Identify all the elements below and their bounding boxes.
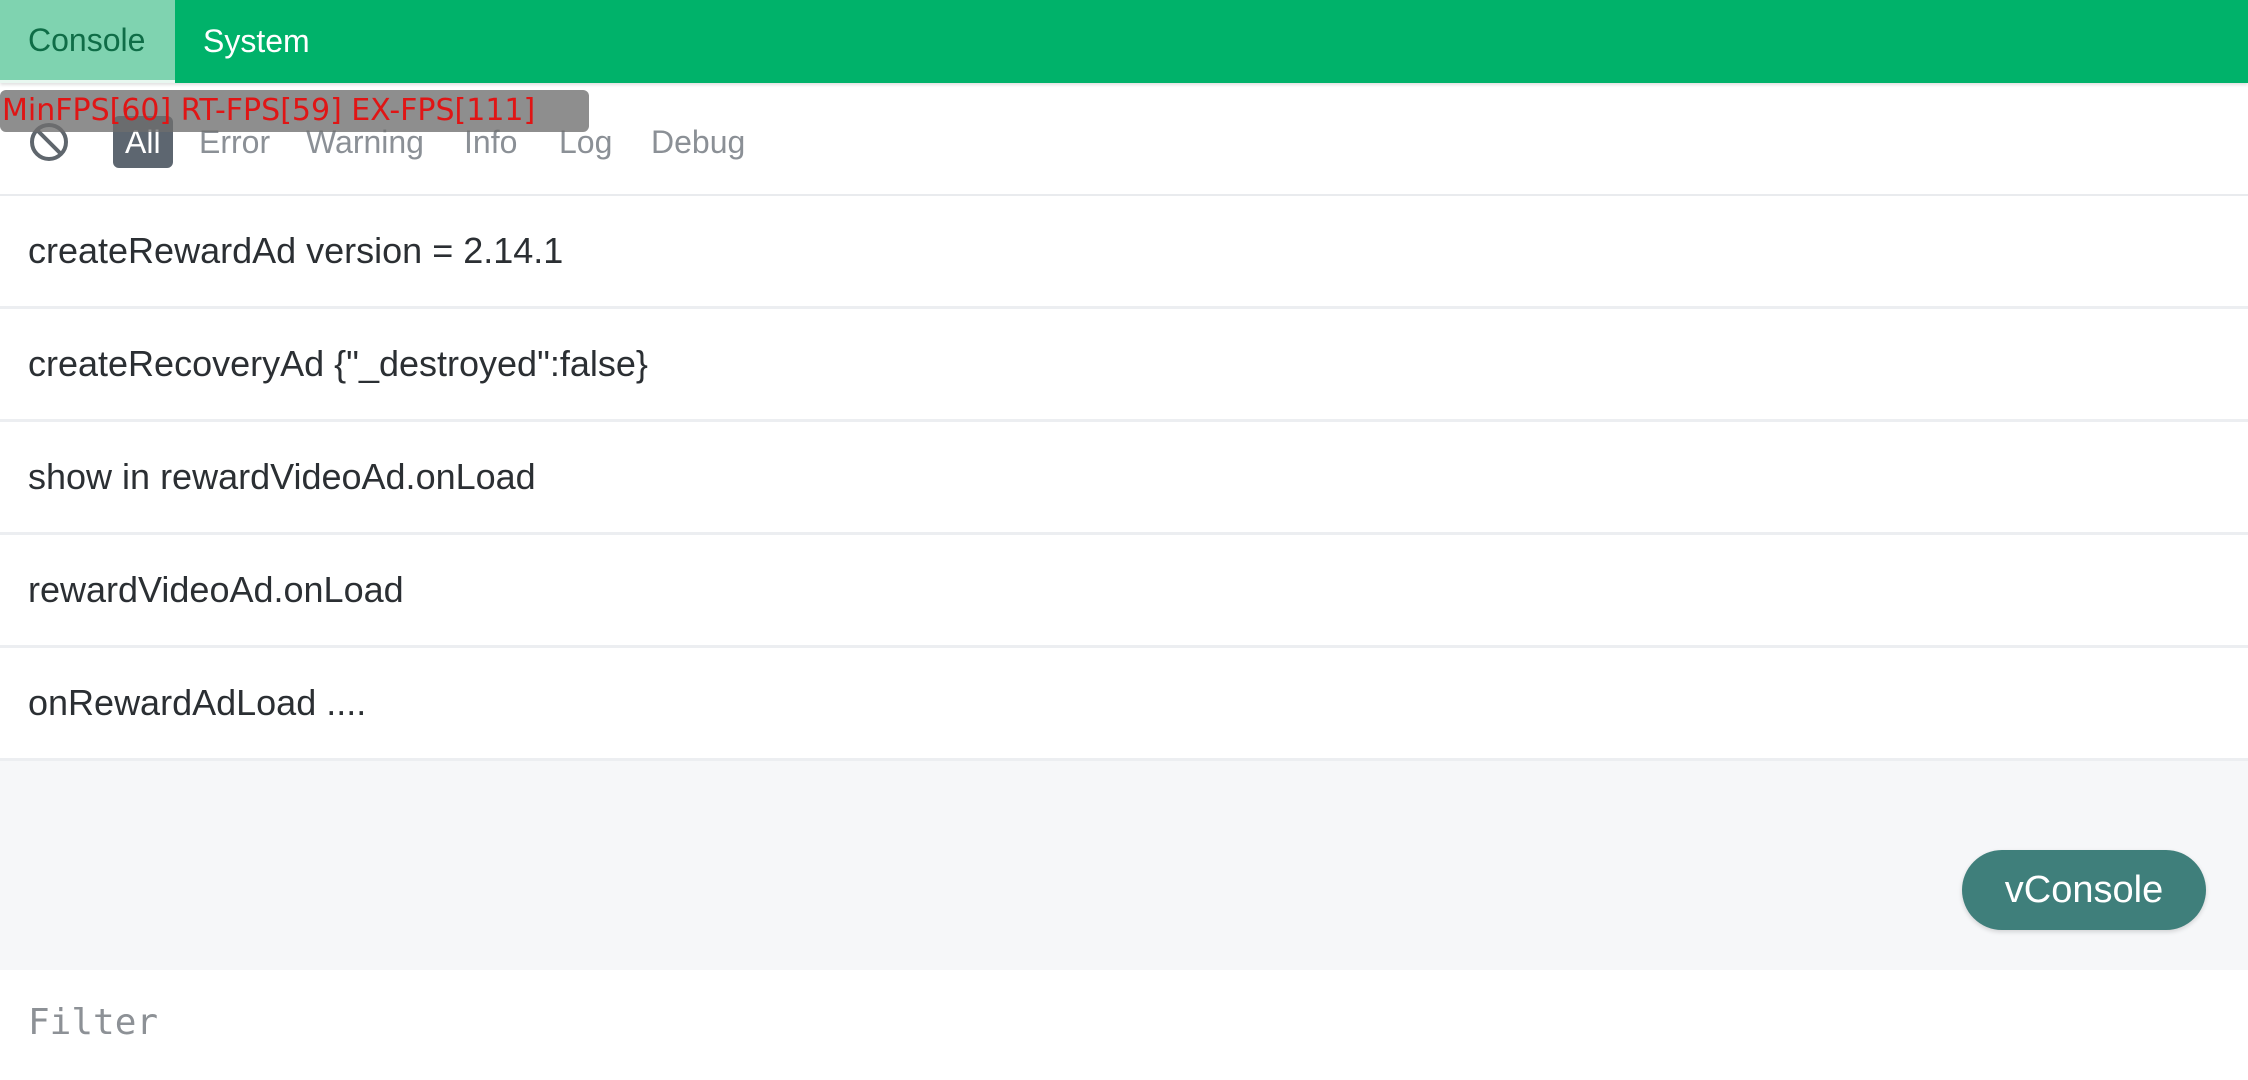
log-item: createRecoveryAd {"_destroyed":false}	[0, 309, 2248, 422]
log-item: onRewardAdLoad ....	[0, 648, 2248, 761]
filter-input[interactable]	[28, 992, 2208, 1052]
log-item: rewardVideoAd.onLoad	[0, 535, 2248, 648]
fps-overlay: MinFPS[60] RT-FPS[59] EX-FPS[111]	[0, 90, 589, 132]
tab-system[interactable]: System	[175, 0, 338, 83]
vconsole-toggle-button[interactable]: vConsole	[1962, 850, 2206, 930]
level-filter-debug[interactable]: Debug	[639, 116, 757, 168]
vconsole-panel: Console System All Error Warning Info Lo…	[0, 0, 2248, 1080]
log-list: createRewardAd version = 2.14.1 createRe…	[0, 196, 2248, 761]
log-item: show in rewardVideoAd.onLoad	[0, 422, 2248, 535]
tab-bar: Console System	[0, 0, 2248, 83]
tab-console[interactable]: Console	[0, 0, 175, 83]
log-item: createRewardAd version = 2.14.1	[0, 196, 2248, 309]
filter-bar	[0, 970, 2248, 1080]
